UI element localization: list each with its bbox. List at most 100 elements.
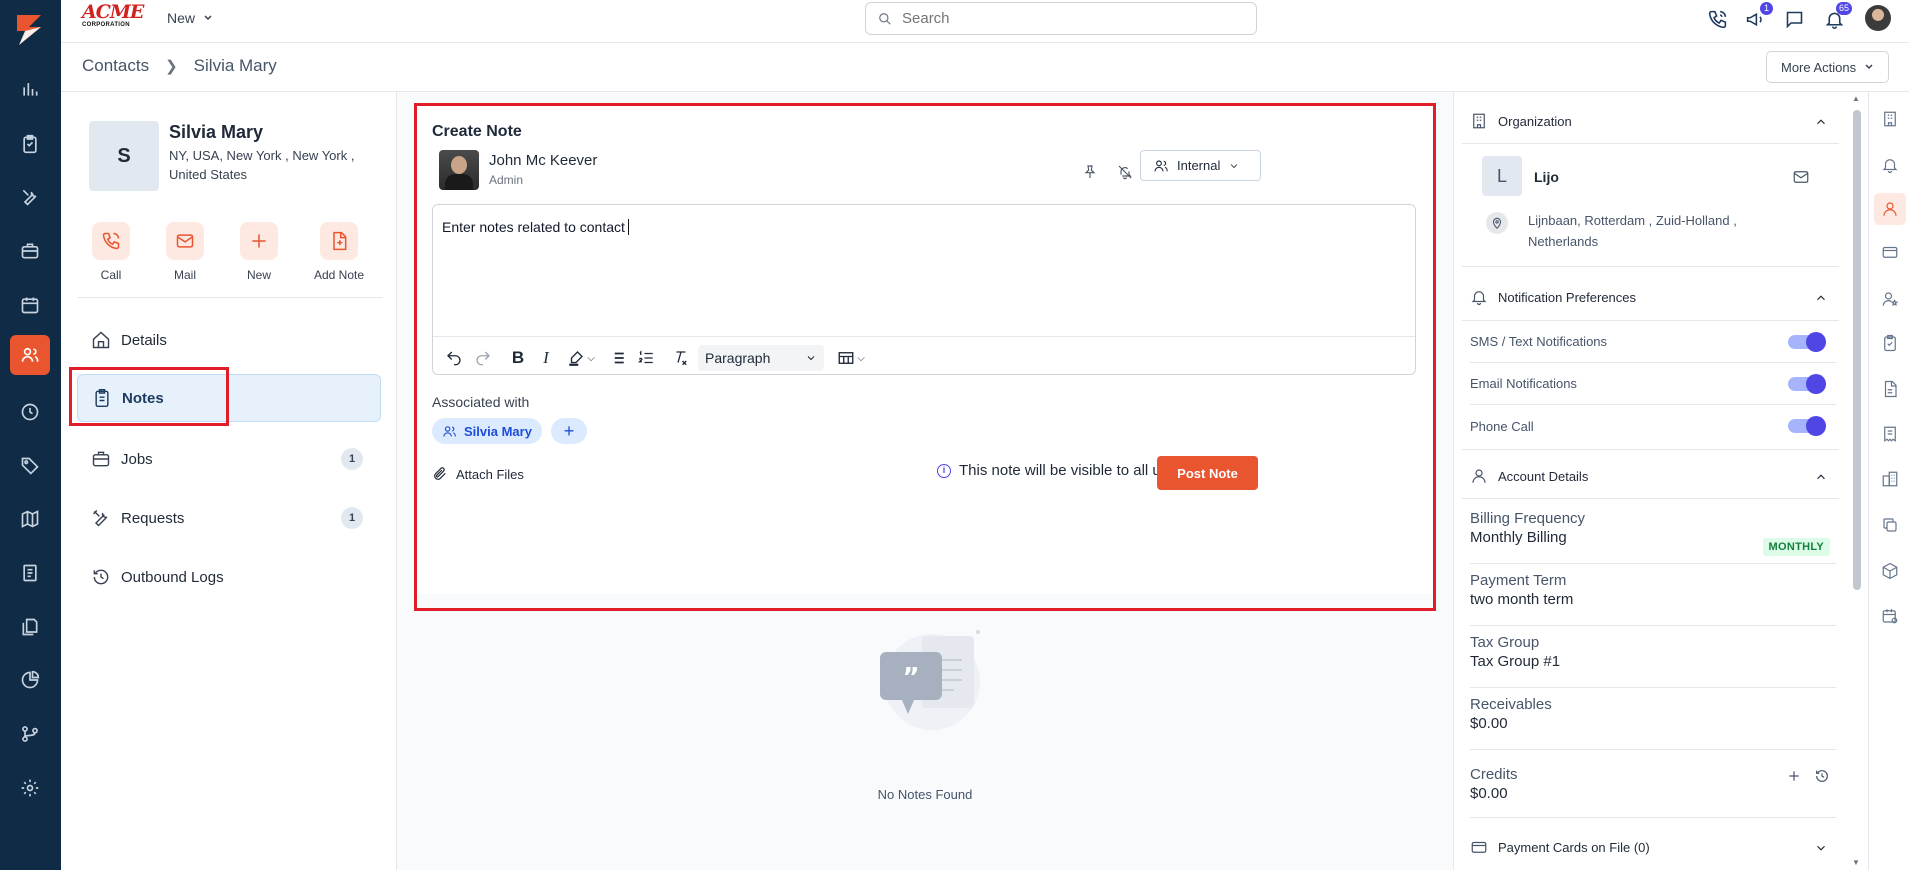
rail-item-map[interactable]: [15, 504, 45, 534]
side-tab-document[interactable]: [1878, 377, 1902, 401]
side-tab-bell-settings[interactable]: [1878, 153, 1902, 177]
new-menu-dropdown[interactable]: New: [167, 10, 213, 26]
scrollbar-thumb[interactable]: [1853, 110, 1861, 590]
nav-jobs[interactable]: Jobs 1: [77, 435, 381, 483]
rail-item-dashboard-chart[interactable]: [15, 74, 45, 104]
copy-icon: [1883, 518, 1897, 532]
notifications-button[interactable]: 65: [1821, 2, 1852, 32]
phone-call-label: Phone Call: [1470, 418, 1534, 434]
plus-icon: [252, 234, 266, 248]
search-input[interactable]: [902, 10, 1222, 27]
receivables-label: Receivables: [1470, 696, 1552, 713]
rail-item-tools[interactable]: [15, 182, 45, 212]
side-tab-building[interactable]: [1878, 107, 1902, 131]
add-note-action-label: Add Note: [313, 268, 365, 282]
jobs-count-badge: 1: [341, 448, 363, 470]
rail-item-clipboard[interactable]: [15, 129, 45, 159]
side-tab-office-building[interactable]: [1878, 467, 1902, 491]
divider: [1462, 266, 1839, 267]
rail-item-briefcase[interactable]: [15, 236, 45, 266]
credit-card-icon: [1882, 246, 1898, 258]
rail-item-invoice[interactable]: [15, 558, 45, 588]
email-notification-label: Email Notifications: [1470, 376, 1577, 391]
mail-action[interactable]: Mail: [150, 222, 220, 282]
app-logo-icon[interactable]: [11, 11, 49, 47]
side-tab-credit-card[interactable]: [1878, 240, 1902, 264]
building-icon: [1473, 113, 1485, 129]
chevron-up-icon: [1814, 115, 1826, 127]
scroll-up-icon[interactable]: ▲: [1852, 94, 1860, 103]
chevron-down-icon: [1865, 64, 1873, 70]
side-tab-clipboard-check[interactable]: [1878, 331, 1902, 355]
building-icon: [1884, 111, 1896, 127]
tools-icon: [22, 189, 37, 206]
call-action-label: Call: [100, 268, 122, 282]
credit-history-button[interactable]: [1814, 768, 1830, 789]
organization-name[interactable]: Lijo: [1534, 169, 1559, 185]
notification-preferences-header[interactable]: Notification Preferences: [1470, 284, 1840, 310]
side-tab-user-star[interactable]: [1878, 287, 1902, 311]
add-note-action[interactable]: Add Note: [304, 222, 374, 282]
bell-settings-icon: [1882, 159, 1898, 174]
office-building-icon: [1882, 471, 1898, 487]
receivables-value: $0.00: [1470, 715, 1508, 732]
brand-logo[interactable]: ACME CORPORATION: [82, 3, 146, 31]
messages-button[interactable]: [1781, 6, 1807, 32]
payment-cards-title: Payment Cards on File (0): [1498, 839, 1650, 855]
organization-avatar: L: [1482, 156, 1522, 196]
phone-call-toggle[interactable]: [1788, 416, 1826, 436]
rail-item-settings[interactable]: [15, 773, 45, 803]
payment-cards-header[interactable]: Payment Cards on File (0): [1470, 834, 1840, 860]
scroll-down-icon[interactable]: ▼: [1852, 858, 1860, 867]
email-notification-row: Email Notifications: [1470, 363, 1836, 405]
details-scrollbar[interactable]: ▲ ▼: [1851, 92, 1862, 870]
announcements-button[interactable]: 1: [1742, 2, 1773, 32]
rail-item-workflow[interactable]: [15, 719, 45, 749]
new-action[interactable]: New: [224, 222, 294, 282]
user-star-icon: [1882, 292, 1899, 306]
clipboard-icon: [23, 134, 37, 154]
credits-value: $0.00: [1470, 785, 1508, 802]
phone-call-row: Phone Call: [1470, 405, 1836, 447]
top-bar: ACME CORPORATION New 1 65: [61, 0, 1909, 43]
notifications-badge: 65: [1835, 2, 1852, 15]
email-notification-toggle[interactable]: [1788, 373, 1826, 394]
organization-address: Lijnbaan, Rotterdam , Zuid-Holland , Net…: [1528, 213, 1737, 249]
tax-group-label: Tax Group: [1470, 634, 1540, 651]
add-note-icon: [333, 231, 347, 251]
side-tab-contact-person[interactable]: [1874, 193, 1906, 225]
organization-section-header[interactable]: Organization: [1470, 108, 1840, 134]
rail-item-clock[interactable]: [15, 397, 45, 427]
organization-section-title: Organization: [1498, 113, 1572, 129]
user-avatar[interactable]: [1865, 5, 1891, 31]
sms-notification-toggle[interactable]: [1788, 331, 1826, 352]
side-tab-receipt[interactable]: [1878, 422, 1902, 446]
calendar-settings-icon: [1882, 609, 1898, 624]
rail-item-calendar[interactable]: [15, 290, 45, 320]
receivables-field: Receivables $0.00: [1470, 696, 1836, 750]
side-tab-copy[interactable]: [1878, 513, 1902, 537]
rail-item-pie-chart[interactable]: [15, 665, 45, 695]
dashboard-chart-icon: [23, 83, 38, 96]
account-details-header[interactable]: Account Details: [1470, 463, 1840, 489]
breadcrumb-bar: Contacts ❯ Silvia Mary More Actions: [61, 43, 1909, 92]
credit-card-icon: [1471, 841, 1487, 853]
global-search[interactable]: [865, 2, 1257, 35]
organization-mail-button[interactable]: [1792, 168, 1810, 189]
add-credit-button[interactable]: [1786, 768, 1802, 789]
side-tab-calendar-settings[interactable]: [1878, 604, 1902, 628]
rail-item-documents[interactable]: [15, 612, 45, 642]
side-tab-box[interactable]: [1878, 559, 1902, 583]
payment-term-field: Payment Term two month term: [1470, 572, 1836, 626]
call-action[interactable]: Call: [76, 222, 146, 282]
rail-item-contacts[interactable]: [10, 335, 50, 375]
nav-requests[interactable]: Requests 1: [77, 494, 381, 542]
nav-outbound-logs[interactable]: Outbound Logs: [77, 553, 381, 601]
contact-person-icon: [1883, 202, 1897, 216]
phone-calls-button[interactable]: [1704, 6, 1730, 32]
rail-item-tag[interactable]: [15, 451, 45, 481]
breadcrumb-contacts-link[interactable]: Contacts: [82, 56, 149, 76]
receipt-icon: [1884, 426, 1896, 442]
nav-details[interactable]: Details: [77, 316, 381, 364]
more-actions-button[interactable]: More Actions: [1766, 51, 1890, 83]
